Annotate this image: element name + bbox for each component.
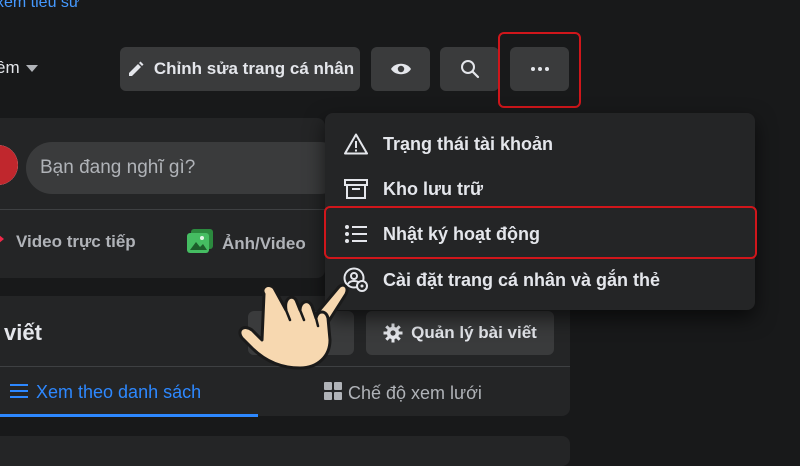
activity-log-highlight <box>324 206 757 259</box>
profile-tab-more[interactable]: ềm <box>0 58 38 78</box>
grid-icon <box>324 382 342 405</box>
composer-placeholder: Bạn đang nghĩ gì? <box>40 157 196 178</box>
menu-item-label: Cài đặt trang cá nhân và gắn thẻ <box>383 269 661 290</box>
gear-icon <box>383 323 403 343</box>
manage-posts-button[interactable]: Quản lý bài viết <box>366 311 554 355</box>
live-video-button[interactable]: Video trực tiếp <box>0 228 136 255</box>
live-video-label: Video trực tiếp <box>16 231 136 251</box>
view-as-button[interactable] <box>371 47 430 91</box>
menu-item-profile-settings[interactable]: Cài đặt trang cá nhân và gắn thẻ <box>343 267 660 293</box>
menu-item-label: Kho lưu trữ <box>383 178 484 199</box>
photo-video-button[interactable]: Ảnh/Video <box>186 228 306 259</box>
archive-box-icon <box>343 176 369 202</box>
view-biography-link[interactable]: xem tiểu sử <box>0 0 80 12</box>
tab-list-view-label: Xem theo danh sách <box>36 382 202 402</box>
warning-triangle-icon <box>343 131 369 157</box>
active-tab-indicator <box>0 414 258 417</box>
more-button-highlight <box>498 32 581 108</box>
manage-posts-label: Quản lý bài viết <box>411 323 537 342</box>
edit-profile-button[interactable]: Chỉnh sửa trang cá nhân <box>120 47 360 91</box>
video-camera-icon <box>0 228 8 255</box>
pencil-icon <box>126 59 146 79</box>
menu-item-label: Trạng thái tài khoản <box>383 133 554 154</box>
edit-profile-label: Chỉnh sửa trang cá nhân <box>153 59 355 78</box>
list-lines-icon <box>10 382 28 403</box>
photo-icon <box>186 228 214 259</box>
tab-grid-view-label: Chế độ xem lưới <box>348 383 482 403</box>
tab-grid-view[interactable]: Chế độ xem lưới <box>324 382 482 405</box>
composer-divider <box>0 209 330 210</box>
search-icon <box>460 59 480 79</box>
menu-item-archive[interactable]: Kho lưu trữ <box>343 176 483 202</box>
profile-tab-more-label: ềm <box>0 58 20 77</box>
menu-item-account-status[interactable]: Trạng thái tài khoản <box>343 131 553 157</box>
caret-down-icon <box>25 58 38 78</box>
status-composer-input[interactable]: Bạn đang nghĩ gì? <box>26 142 346 194</box>
tab-list-view[interactable]: Xem theo danh sách <box>10 382 201 403</box>
photo-video-label: Ảnh/Video <box>222 233 306 253</box>
next-post-card <box>0 436 570 466</box>
pointing-hand-icon <box>234 268 360 370</box>
posts-section-title: viết <box>4 320 42 345</box>
eye-icon <box>390 61 412 77</box>
search-button[interactable] <box>440 47 499 91</box>
